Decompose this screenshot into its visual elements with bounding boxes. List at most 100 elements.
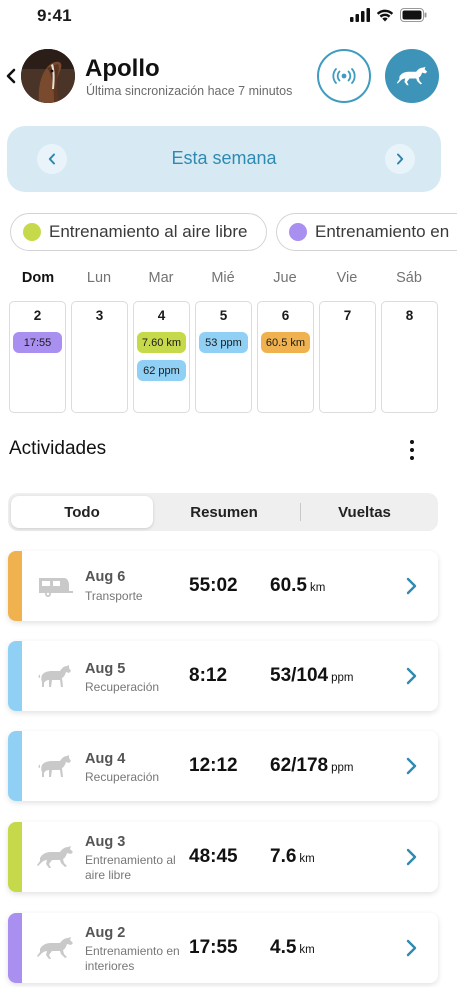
activity-type: Transporte	[85, 589, 143, 603]
status-time: 9:41	[37, 6, 72, 25]
activity-date: Aug 2	[85, 925, 126, 941]
calendar-day-cell[interactable]: 8	[381, 301, 438, 413]
metric-value: 53/104	[270, 665, 329, 686]
calendar-weekday-row: Dom Lun Mar Mié Jue Vie Sáb	[7, 270, 441, 290]
horse-profile-button[interactable]	[385, 49, 439, 103]
cellular-signal-icon	[350, 8, 370, 22]
metric-unit: km	[299, 944, 315, 956]
activity-card[interactable]: Aug 6 Transporte 55:02 60.5 km	[8, 551, 438, 621]
day-number: 7	[343, 308, 352, 323]
weekday-label: Mar	[148, 270, 174, 286]
tab-summary[interactable]: Resumen	[154, 496, 294, 528]
sync-status: Última sincronización hace 7 minutos	[86, 84, 293, 98]
chevron-right-icon	[406, 667, 417, 685]
more-dot	[410, 440, 414, 444]
metric-value: 60.5	[270, 575, 307, 596]
activity-metric: 7.6 km	[270, 846, 315, 868]
calendar-week: 2 17:55 3 4 7.60 km 62 ppm 5 53 ppm 6 60…	[7, 301, 441, 413]
activity-duration: 17:55	[189, 937, 238, 958]
filter-chip-label: Entrenamiento en	[315, 222, 450, 241]
horse-avatar[interactable]	[21, 49, 75, 103]
metric-unit: km	[299, 853, 315, 865]
calendar-day-cell[interactable]: 2 17:55	[9, 301, 66, 413]
galloping-horse-icon	[396, 66, 428, 86]
day-number: 2	[33, 308, 42, 323]
calendar-day-cell[interactable]: 3	[71, 301, 128, 413]
chevron-right-icon	[406, 757, 417, 775]
activity-type: Entrenamiento al aire libre	[85, 853, 176, 882]
weekday-label: Sáb	[396, 270, 422, 286]
activity-color-bar	[8, 822, 22, 892]
activity-date: Aug 3	[85, 834, 126, 850]
trailer-icon	[39, 578, 73, 597]
day-activity-tag[interactable]: 62 ppm	[137, 360, 186, 381]
activity-card[interactable]: Aug 4 Recuperación 12:12 62/178 ppm	[8, 731, 438, 801]
day-number: 5	[219, 308, 228, 323]
walking-horse-icon	[38, 755, 71, 777]
galloping-horse-icon	[37, 937, 73, 959]
more-options-button[interactable]	[402, 436, 422, 464]
weekday-label: Mié	[211, 270, 235, 286]
header: Apollo Última sincronización hace 7 minu…	[0, 44, 457, 110]
activity-metric: 4.5 km	[270, 937, 315, 959]
filter-chip-label: Entrenamiento al aire libre	[49, 222, 248, 241]
activity-metric: 60.5 km	[270, 575, 325, 597]
metric-value: 62/178	[270, 755, 329, 776]
activity-duration: 8:12	[189, 665, 228, 686]
calendar-day-cell[interactable]: 6 60.5 km	[257, 301, 314, 413]
legend-dot	[23, 223, 41, 241]
day-number: 8	[405, 308, 414, 323]
calendar-day-cell[interactable]: 7	[319, 301, 376, 413]
filter-chip-indoor-training[interactable]: Entrenamiento en	[276, 213, 457, 251]
activity-color-bar	[8, 913, 22, 983]
weekday-label: Jue	[273, 270, 297, 286]
chevron-left-icon	[6, 68, 16, 84]
activity-metric: 53/104 ppm	[270, 665, 354, 687]
activity-color-bar	[8, 551, 22, 621]
metric-unit: ppm	[331, 762, 354, 774]
broadcast-button[interactable]	[317, 49, 371, 103]
day-activity-tag[interactable]: 7.60 km	[137, 332, 186, 353]
calendar-day-cell[interactable]: 5 53 ppm	[195, 301, 252, 413]
horse-photo-icon	[21, 49, 75, 103]
horse-name: Apollo	[85, 55, 160, 82]
next-week-button[interactable]	[385, 144, 415, 174]
activity-card[interactable]: Aug 5 Recuperación 8:12 53/104 ppm	[8, 641, 438, 711]
activity-type: Entrenamiento en interiores	[85, 944, 180, 973]
day-activity-tag[interactable]: 17:55	[13, 332, 62, 353]
wifi-icon	[376, 9, 394, 22]
metric-unit: ppm	[331, 672, 354, 684]
chevron-right-icon	[406, 939, 417, 957]
tab-laps[interactable]: Vueltas	[294, 496, 435, 528]
chevron-right-icon	[406, 577, 417, 595]
battery-icon	[400, 8, 427, 22]
chevron-right-icon	[397, 153, 404, 165]
metric-value: 4.5	[270, 937, 297, 958]
metric-unit: km	[309, 582, 326, 594]
activity-duration: 55:02	[189, 575, 238, 596]
activity-view-tabs: Todo Resumen Vueltas	[8, 493, 438, 531]
status-bar: 9:41	[0, 0, 457, 36]
activity-metric: 62/178 ppm	[270, 755, 354, 777]
day-activity-tag[interactable]: 53 ppm	[199, 332, 248, 353]
activity-date: Aug 4	[85, 751, 126, 767]
day-number: 4	[157, 308, 166, 323]
activity-card[interactable]: Aug 2 Entrenamiento en interiores 17:55 …	[8, 913, 438, 983]
activity-duration: 48:45	[189, 846, 238, 867]
weekday-label: Dom	[21, 270, 55, 286]
legend-dot	[289, 223, 307, 241]
broadcast-signal-icon	[332, 68, 356, 84]
chevron-right-icon	[406, 848, 417, 866]
filter-chip-outdoor-training[interactable]: Entrenamiento al aire libre	[10, 213, 267, 251]
activity-color-bar	[8, 641, 22, 711]
week-label: Esta semana	[171, 148, 277, 168]
more-dot	[410, 456, 414, 460]
day-activity-tag[interactable]: 60.5 km	[261, 332, 310, 353]
day-number: 6	[281, 308, 290, 323]
back-button[interactable]	[3, 64, 19, 88]
activity-card[interactable]: Aug 3 Entrenamiento al aire libre 48:45 …	[8, 822, 438, 892]
calendar-day-cell[interactable]: 4 7.60 km 62 ppm	[133, 301, 190, 413]
activities-title: Actividades	[9, 438, 107, 459]
tab-all[interactable]: Todo	[11, 496, 153, 528]
metric-value: 7.6	[270, 846, 297, 867]
